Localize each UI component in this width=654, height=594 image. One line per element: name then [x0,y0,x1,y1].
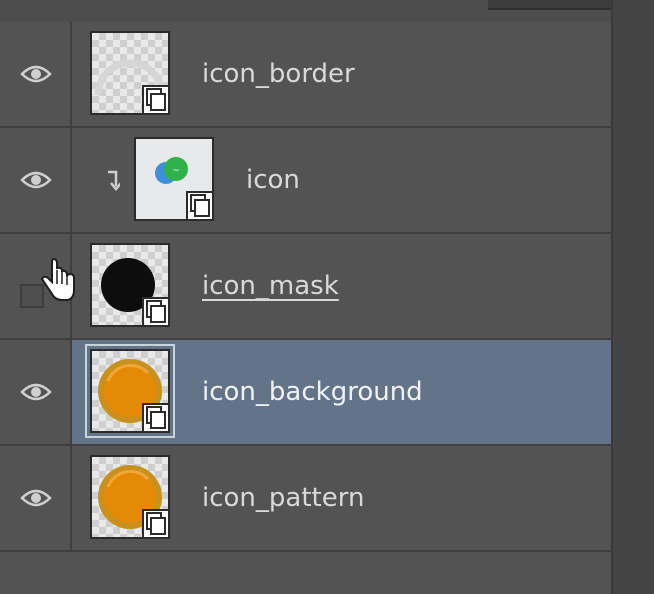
layer-row-icon-border[interactable]: icon_border [0,22,611,128]
layer-name[interactable]: icon_background [202,376,423,408]
layer-row-icon-mask[interactable]: icon_mask [0,234,611,340]
layer-thumbnail[interactable] [85,344,175,438]
layer-row-icon[interactable]: ~ icon [0,128,611,234]
layer-thumbnail[interactable] [90,243,170,327]
layers-panel: icon_border ~ icon icon_mask icon_backgr… [0,0,654,594]
smart-object-badge-icon [142,85,168,113]
panel-scrollbar[interactable] [611,0,654,594]
layer-name[interactable]: icon_border [202,58,355,90]
panel-tab-edge [488,0,613,10]
smart-object-badge-icon [142,297,168,325]
layer-thumbnail[interactable]: ~ [134,137,214,221]
visibility-toggle[interactable] [0,128,72,232]
eye-icon[interactable] [20,169,52,191]
layer-row-icon-pattern[interactable]: icon_pattern [0,446,611,552]
clipping-mask-arrow-icon [108,170,120,191]
hand-pointer-icon [40,258,75,301]
smart-object-badge-icon [186,191,212,219]
layer-thumbnail[interactable] [90,455,170,539]
layer-name[interactable]: icon_mask [202,270,339,302]
smart-object-badge-icon [142,403,168,431]
visibility-toggle[interactable] [0,22,72,126]
smart-object-badge-icon [142,509,168,537]
visibility-toggle[interactable] [0,234,75,338]
layer-name[interactable]: icon_pattern [202,482,364,514]
visibility-toggle[interactable] [0,340,72,444]
layer-thumbnail[interactable] [90,31,170,115]
eye-icon[interactable] [20,487,52,509]
layer-list: icon_border ~ icon icon_mask icon_backgr… [0,22,611,552]
layer-row-icon-background[interactable]: icon_background [0,340,611,446]
panel-top-strip [0,0,654,22]
visibility-toggle[interactable] [0,446,72,550]
eye-icon[interactable] [20,63,52,85]
svg-text:~: ~ [172,166,180,176]
layer-name[interactable]: icon [246,164,300,196]
eye-icon[interactable] [20,381,52,403]
